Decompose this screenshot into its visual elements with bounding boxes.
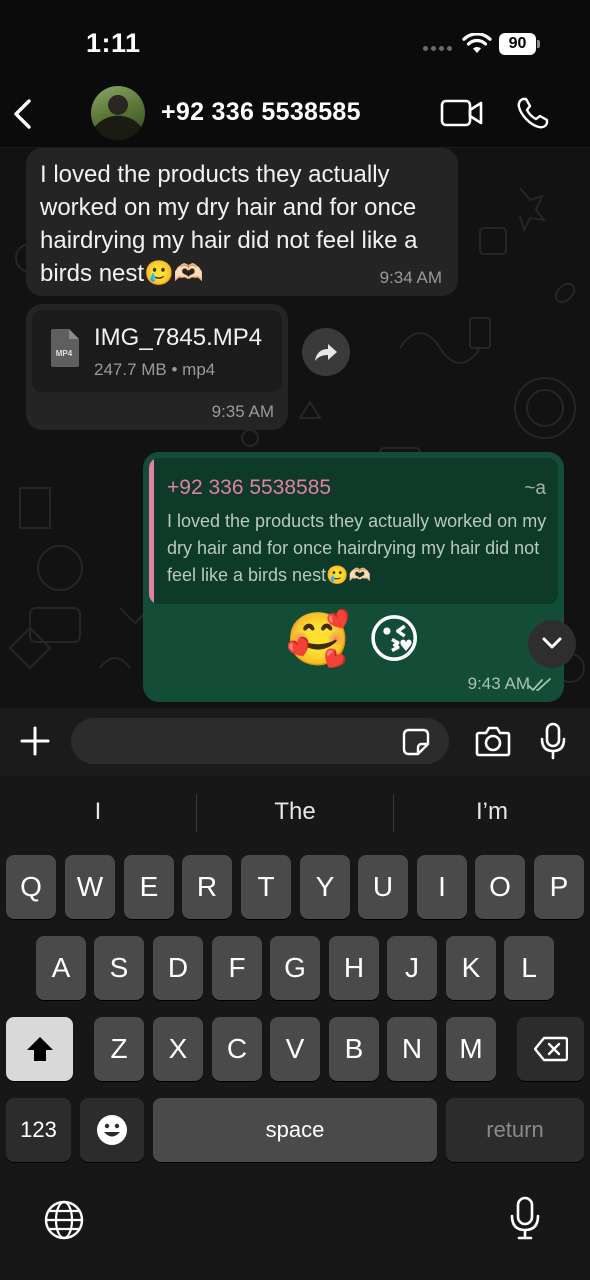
message-input[interactable] — [71, 718, 449, 764]
battery-level: 90 — [499, 33, 536, 55]
numbers-key[interactable]: 123 — [6, 1098, 71, 1162]
svg-text:MP4: MP4 — [56, 349, 73, 358]
key-l[interactable]: L — [504, 936, 554, 1000]
quoted-message[interactable]: +92 336 5538585 ~a I loved the products … — [149, 458, 558, 604]
key-e[interactable]: E — [124, 855, 174, 919]
key-p[interactable]: P — [534, 855, 584, 919]
key-g[interactable]: G — [270, 936, 320, 1000]
backspace-key[interactable] — [517, 1017, 584, 1081]
shift-icon — [26, 1037, 53, 1061]
globe-icon[interactable] — [44, 1200, 84, 1240]
plus-icon[interactable] — [20, 726, 50, 756]
quote-text: I loved the products they actually worke… — [167, 511, 547, 585]
key-n[interactable]: N — [387, 1017, 437, 1081]
key-j[interactable]: J — [387, 936, 437, 1000]
key-w[interactable]: W — [65, 855, 115, 919]
avatar[interactable] — [91, 86, 145, 140]
emoji-message: 🥰 😘 — [285, 610, 422, 670]
key-d[interactable]: D — [153, 936, 203, 1000]
suggestion-item[interactable]: I — [0, 798, 196, 826]
key-k[interactable]: K — [446, 936, 496, 1000]
emoji-key[interactable] — [80, 1098, 144, 1162]
read-receipt-icon — [528, 678, 551, 691]
chevron-down-icon — [542, 637, 562, 649]
key-m[interactable]: M — [446, 1017, 496, 1081]
sticker-icon[interactable] — [402, 728, 430, 756]
key-c[interactable]: C — [212, 1017, 262, 1081]
quote-tag: ~a — [524, 478, 546, 499]
key-a[interactable]: A — [36, 936, 86, 1000]
forward-icon — [315, 344, 337, 361]
key-u[interactable]: U — [358, 855, 408, 919]
quote-author: +92 336 5538585 — [167, 476, 332, 499]
scroll-down-button[interactable] — [528, 620, 576, 668]
file-meta: 247.7 MB • mp4 — [94, 360, 216, 379]
input-bar — [0, 708, 590, 776]
key-t[interactable]: T — [241, 855, 291, 919]
camera-icon[interactable] — [475, 725, 511, 757]
message-time: 9:35 AM — [211, 402, 274, 421]
return-key[interactable]: return — [446, 1098, 584, 1162]
phone-call-icon[interactable] — [516, 96, 550, 130]
file-icon: MP4 — [51, 329, 79, 367]
dictation-icon[interactable] — [510, 1196, 540, 1240]
message-time: 9:34 AM — [379, 268, 442, 287]
incoming-message[interactable]: I loved the products they actually worke… — [26, 148, 458, 296]
chat-area[interactable]: I loved the products they actually worke… — [0, 148, 590, 708]
signal-icon — [423, 46, 452, 51]
status-bar: 1:11 90 — [0, 0, 590, 80]
keyboard: I The I’m Q W E R T Y U I O P A S D F G … — [0, 776, 590, 1280]
wifi-icon — [462, 33, 492, 53]
incoming-file-message[interactable]: MP4 IMG_7845.MP4 247.7 MB • mp4 9:35 AM — [26, 304, 288, 430]
video-call-icon[interactable] — [440, 98, 484, 128]
file-name: IMG_7845.MP4 — [94, 324, 263, 351]
key-h[interactable]: H — [329, 936, 379, 1000]
key-v[interactable]: V — [270, 1017, 320, 1081]
file-attachment[interactable]: MP4 IMG_7845.MP4 247.7 MB • mp4 — [32, 310, 282, 392]
key-y[interactable]: Y — [300, 855, 350, 919]
battery-icon: 90 — [499, 33, 541, 55]
contact-name[interactable]: +92 336 5538585 — [161, 98, 361, 127]
suggestion-item[interactable]: I’m — [394, 798, 590, 826]
outgoing-message[interactable]: +92 336 5538585 ~a I loved the products … — [143, 452, 564, 702]
emoji-icon — [97, 1115, 127, 1145]
key-x[interactable]: X — [153, 1017, 203, 1081]
forward-button[interactable] — [302, 328, 350, 376]
key-q[interactable]: Q — [6, 855, 56, 919]
status-time: 1:11 — [86, 28, 141, 58]
key-b[interactable]: B — [329, 1017, 379, 1081]
backspace-icon — [533, 1036, 568, 1062]
space-key[interactable]: space — [153, 1098, 437, 1162]
key-o[interactable]: O — [475, 855, 525, 919]
suggestion-bar: I The I’m — [0, 776, 590, 852]
chat-header: +92 336 5538585 — [0, 80, 590, 148]
key-z[interactable]: Z — [94, 1017, 144, 1081]
quote-accent-bar — [149, 458, 154, 604]
suggestion-item[interactable]: The — [197, 798, 393, 826]
microphone-icon[interactable] — [540, 722, 566, 760]
back-icon[interactable] — [10, 97, 36, 131]
key-i[interactable]: I — [417, 855, 467, 919]
key-r[interactable]: R — [182, 855, 232, 919]
shift-key[interactable] — [6, 1017, 73, 1081]
message-time: 9:43 AM — [467, 674, 530, 693]
key-s[interactable]: S — [94, 936, 144, 1000]
key-f[interactable]: F — [212, 936, 262, 1000]
